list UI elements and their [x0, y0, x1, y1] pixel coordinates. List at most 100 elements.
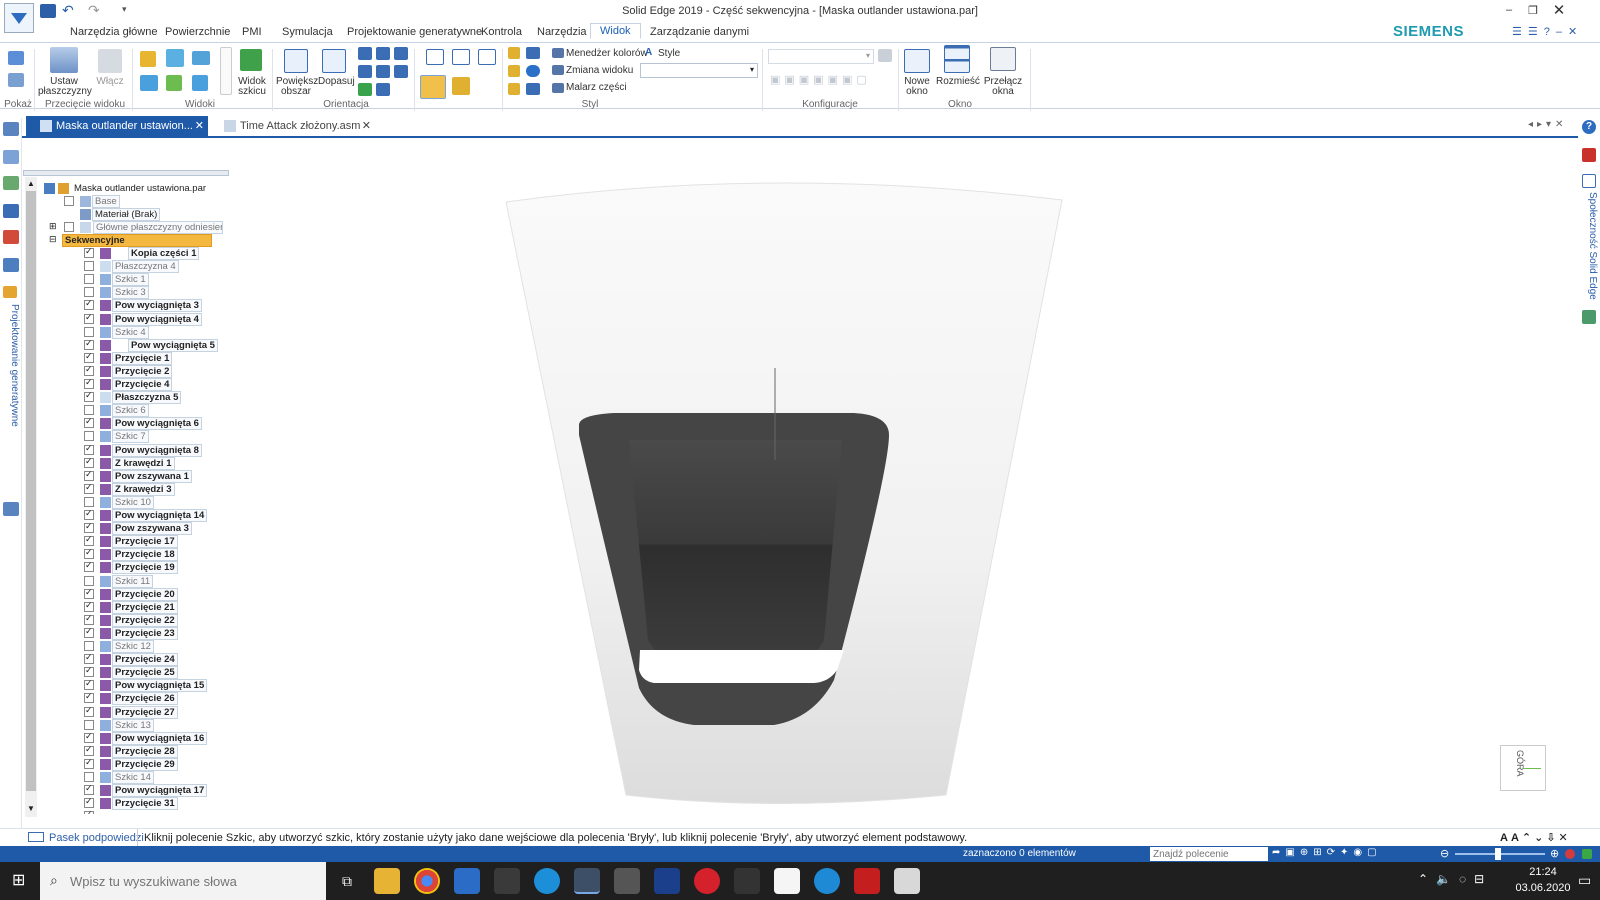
visibility-checkbox[interactable]: [84, 600, 94, 612]
visibility-checkbox[interactable]: [84, 390, 94, 402]
close-tab-icon[interactable]: ✕: [362, 119, 371, 132]
nowe-okno-button[interactable]: Nowe okno: [900, 77, 934, 97]
visibility-checkbox[interactable]: [84, 641, 94, 651]
customize-qat-icon[interactable]: ▾: [122, 4, 138, 18]
visibility-checkbox[interactable]: [84, 377, 94, 389]
view-top-icon[interactable]: [166, 49, 184, 67]
scroll-thumb[interactable]: [26, 191, 36, 791]
save-icon[interactable]: [40, 4, 56, 18]
view-overrides-icon[interactable]: [526, 47, 540, 59]
visibility-checkbox[interactable]: [84, 482, 94, 494]
zoom-out-icon[interactable]: ⊖: [1440, 847, 1449, 860]
zoom-area-icon[interactable]: [284, 49, 308, 73]
command-finder-input[interactable]: [1150, 847, 1268, 861]
app-circle-icon[interactable]: [814, 868, 840, 894]
undo-icon[interactable]: ↶: [62, 3, 78, 18]
visibility-checkbox[interactable]: [84, 351, 94, 363]
chrome-icon[interactable]: [414, 868, 440, 894]
assembly-icon[interactable]: [3, 502, 19, 516]
visibility-checkbox[interactable]: [84, 720, 94, 730]
spin-icon[interactable]: [358, 65, 372, 78]
generative-design-tab[interactable]: Projektowanie generatywne: [2, 304, 20, 434]
views-gallery-scroll[interactable]: [220, 47, 232, 95]
help-icon[interactable]: ?: [1582, 120, 1596, 134]
youtube-icon[interactable]: [1582, 148, 1596, 162]
przelacz-okna-button[interactable]: Przełącz okna: [980, 77, 1026, 97]
taskbar-search-input[interactable]: [70, 870, 310, 892]
menedzer-kolorow-button[interactable]: Menedżer kolorów: [566, 49, 648, 59]
zoom-slider-thumb[interactable]: [1495, 848, 1501, 860]
visibility-checkbox[interactable]: [84, 456, 94, 468]
visibility-checkbox[interactable]: [84, 405, 94, 415]
style-b-icon[interactable]: [508, 65, 520, 77]
visibility-checkbox[interactable]: [64, 222, 74, 232]
ustaw-plaszczyzny-button[interactable]: Ustaw płaszczyzny: [38, 77, 92, 97]
view-tools-icons[interactable]: ➦▣⊕⊞⟳✦◉▢: [1272, 847, 1432, 858]
tree-scrollbar[interactable]: ▲ ▼: [25, 177, 37, 817]
prompt-controls-icons[interactable]: AA⌃⌄⇩✕: [1500, 831, 1580, 844]
visibility-checkbox[interactable]: [84, 364, 94, 376]
solid-edge-task-icon[interactable]: [574, 868, 600, 894]
file-explorer-icon[interactable]: [374, 868, 400, 894]
visibility-checkbox[interactable]: [84, 613, 94, 625]
mail-icon[interactable]: [454, 868, 480, 894]
collapse-icon[interactable]: ⊟: [49, 234, 57, 245]
visibility-checkbox[interactable]: [84, 744, 94, 756]
refresh-icon[interactable]: [358, 83, 372, 96]
visibility-checkbox[interactable]: [84, 731, 94, 743]
view-front-icon[interactable]: [192, 51, 210, 65]
visibility-checkbox[interactable]: [84, 576, 94, 586]
minimize-icon[interactable]: –: [1500, 4, 1518, 18]
ribbon-options-icons[interactable]: ☰☰?–✕: [1512, 25, 1592, 39]
visibility-checkbox[interactable]: [84, 665, 94, 677]
dopasuj-button[interactable]: Dopasuj: [318, 77, 355, 87]
powieksz-obszar-button[interactable]: Powiększ obszar: [276, 77, 318, 97]
set-planes-icon[interactable]: [50, 47, 78, 73]
arrange-icon[interactable]: [944, 45, 970, 73]
library-icon[interactable]: [3, 176, 19, 190]
visibility-checkbox[interactable]: [84, 626, 94, 638]
app-blue-icon[interactable]: [534, 868, 560, 894]
close-tab-icon[interactable]: ✕: [195, 119, 204, 132]
opera-icon[interactable]: [694, 868, 720, 894]
sketch-view-icon[interactable]: [240, 49, 262, 71]
system-tray-icons[interactable]: ⌃🔈◌⊟: [1418, 872, 1508, 886]
previous-view-icon[interactable]: [376, 83, 390, 96]
steam-icon[interactable]: [494, 868, 520, 894]
config-tools-icons[interactable]: ▣▣▣▣▣▣▢: [770, 73, 890, 87]
community-tab[interactable]: Społeczność Solid Edge: [1582, 192, 1598, 302]
family-icon[interactable]: [3, 258, 19, 272]
scoop-inner[interactable]: [629, 440, 842, 670]
app-gray-icon[interactable]: [614, 868, 640, 894]
visibility-checkbox[interactable]: [64, 196, 74, 206]
tab-zarzadzanie-danymi[interactable]: Zarządzanie danymi: [650, 26, 749, 38]
show-icon[interactable]: [8, 51, 24, 65]
orient-icon[interactable]: [394, 65, 408, 78]
visibility-checkbox[interactable]: [84, 783, 94, 795]
visibility-checkbox[interactable]: [84, 508, 94, 520]
tab-powierzchnie[interactable]: Powierzchnie: [165, 26, 230, 38]
tab-narzedzia[interactable]: Narzędzia: [537, 26, 587, 38]
widok-szkicu-button[interactable]: Widok szkicu: [234, 77, 270, 97]
report-icon[interactable]: [1582, 310, 1596, 324]
app-green-icon[interactable]: [774, 868, 800, 894]
configuration-select[interactable]: ▾: [768, 49, 874, 64]
clock-time[interactable]: 21:24: [1513, 866, 1573, 878]
graphics-viewport[interactable]: GÓRA: [234, 140, 1578, 825]
restore-icon[interactable]: ❐: [1524, 4, 1542, 18]
visibility-checkbox[interactable]: [84, 443, 94, 455]
view-right-icon[interactable]: [140, 75, 158, 91]
visibility-checkbox[interactable]: [84, 547, 94, 559]
clock-date[interactable]: 03.06.2020: [1509, 882, 1577, 894]
rozmiesc-button[interactable]: Rozmieść: [936, 77, 980, 87]
visibility-checkbox[interactable]: [84, 691, 94, 703]
feature-library-icon[interactable]: [3, 230, 19, 244]
expand-icon[interactable]: ⊞: [49, 221, 57, 232]
zoom-in-icon[interactable]: ⊕: [1550, 847, 1559, 860]
visible-edges-icon[interactable]: [452, 49, 470, 65]
notifications-icon[interactable]: ▭: [1578, 872, 1591, 889]
zmiana-widoku-button[interactable]: Zmiana widoku: [566, 66, 633, 76]
tab-projektowanie-generatywne[interactable]: Projektowanie generatywne: [347, 26, 482, 38]
shaded-edges-icon[interactable]: [452, 77, 470, 95]
close-icon[interactable]: ✕: [1550, 1, 1568, 19]
